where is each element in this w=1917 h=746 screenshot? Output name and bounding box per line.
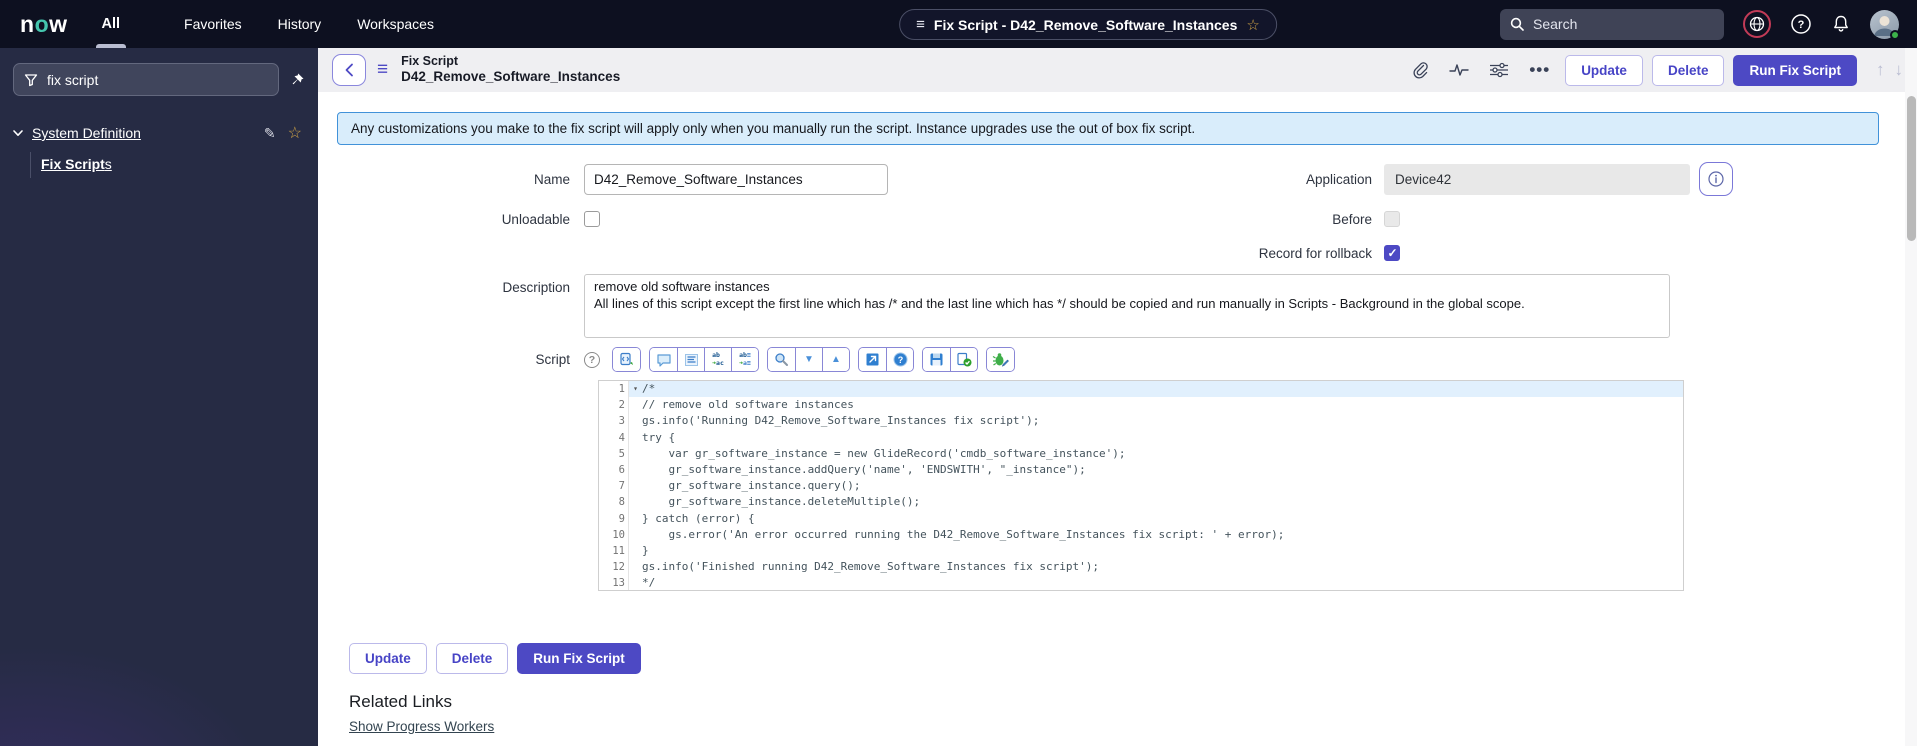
find-next-icon[interactable]: ▼: [795, 348, 822, 371]
all-menu-tab[interactable]: All: [95, 0, 126, 48]
pill-menu-icon: ≡: [916, 16, 925, 33]
back-button[interactable]: [332, 54, 366, 86]
section-label[interactable]: System Definition: [32, 125, 141, 141]
code-line: 13 */: [599, 575, 1683, 590]
rollback-label: Record for rollback: [1258, 245, 1372, 261]
record-for-rollback-checkbox[interactable]: [1384, 245, 1400, 261]
unloadable-label: Unloadable: [501, 211, 570, 227]
notifications-bell-icon[interactable]: [1831, 14, 1851, 34]
toggle-syntax-editor-icon[interactable]: [613, 348, 640, 371]
sidebar-item-fix-scripts[interactable]: Fix Scripts: [41, 156, 112, 172]
personalize-sliders-icon[interactable]: [1489, 62, 1509, 78]
toggle-comment-icon[interactable]: [650, 348, 677, 371]
name-label: Name: [533, 171, 570, 187]
record-form-header: ≡ Fix Script D42_Remove_Software_Instanc…: [318, 48, 1917, 92]
application-field: Device42: [1384, 163, 1690, 195]
favorites-tab[interactable]: Favorites: [184, 16, 242, 32]
code-line: 6 gr_software_instance.addQuery('name', …: [599, 461, 1683, 479]
chevron-down-icon[interactable]: [12, 127, 24, 139]
unloadable-checkbox[interactable]: [584, 211, 600, 227]
script-code-editor[interactable]: 1 ▾/* 2// remove old software instances 3…: [598, 380, 1684, 591]
run-fix-script-button-bottom[interactable]: Run Fix Script: [517, 643, 641, 674]
edit-application-icon[interactable]: ✎: [264, 125, 276, 142]
debug-script-icon[interactable]: [987, 348, 1014, 371]
before-checkbox: [1384, 211, 1400, 227]
code-line: 5 var gr_software_instance = new GlideRe…: [599, 445, 1683, 462]
code-line: 4 try {: [599, 429, 1683, 446]
history-tab[interactable]: History: [278, 16, 322, 32]
replace-icon[interactable]: ab ➜ac: [704, 348, 731, 371]
filter-input[interactable]: [47, 71, 268, 88]
help-icon[interactable]: ?: [1790, 13, 1812, 35]
code-line: 12 gs.info('Finished running D42_Remove_S…: [599, 559, 1683, 576]
navigator-filter[interactable]: [13, 63, 279, 96]
attachment-paperclip-icon[interactable]: [1411, 61, 1429, 79]
workspaces-tab[interactable]: Workspaces: [357, 16, 434, 32]
script-help-icon[interactable]: ?: [584, 351, 600, 368]
favorite-section-star-icon[interactable]: ☆: [288, 123, 302, 143]
code-line: 9} catch (error) {: [599, 510, 1683, 527]
find-previous-icon[interactable]: ▲: [822, 348, 849, 371]
filter-funnel-icon: [24, 73, 38, 87]
delete-button-bottom[interactable]: Delete: [435, 643, 509, 674]
application-navigator: System Definition ✎ ☆ Fix Scripts: [0, 48, 318, 746]
scrollbar-track[interactable]: [1905, 48, 1917, 746]
context-record-pill[interactable]: ≡ Fix Script - D42_Remove_Software_Insta…: [899, 9, 1277, 40]
show-progress-workers-link[interactable]: Show Progress Workers: [349, 719, 494, 734]
open-in-new-window-icon[interactable]: [859, 348, 886, 371]
code-line: 7 gr_software_instance.query();: [599, 478, 1683, 495]
run-fix-script-button[interactable]: Run Fix Script: [1733, 54, 1857, 86]
activity-stream-icon[interactable]: [1449, 62, 1470, 78]
description-field[interactable]: remove old software instances All lines …: [584, 274, 1670, 338]
code-line: 11}: [599, 542, 1683, 560]
related-links-title: Related Links: [349, 692, 453, 711]
description-label: Description: [502, 280, 570, 295]
info-banner: Any customizations you make to the fix s…: [337, 112, 1879, 145]
pill-label: Fix Script - D42_Remove_Software_Instanc…: [933, 16, 1238, 33]
record-name-label: D42_Remove_Software_Instances: [401, 69, 621, 85]
search-input[interactable]: [1533, 16, 1693, 32]
svg-text:?: ?: [897, 355, 903, 365]
presence-status-dot: [1890, 29, 1900, 40]
more-options-icon[interactable]: •••: [1529, 60, 1550, 80]
code-line: 1 ▾/*: [599, 381, 1683, 398]
top-navigation-bar: now All Favorites History Workspaces ≡ F…: [0, 0, 1917, 48]
servicenow-logo[interactable]: now: [20, 11, 68, 38]
search-icon: [1510, 17, 1524, 31]
syntax-check-icon[interactable]: [950, 348, 977, 371]
previous-record-icon[interactable]: ↑: [1876, 60, 1885, 80]
delete-button[interactable]: Delete: [1651, 54, 1725, 86]
application-info-button[interactable]: [1699, 162, 1733, 196]
sidebar-section-system-definition[interactable]: System Definition ✎ ☆: [0, 120, 318, 146]
instance-globe-icon[interactable]: [1743, 10, 1771, 38]
favorite-star-icon[interactable]: ☆: [1246, 16, 1259, 34]
code-line: 8 gr_software_instance.deleteMultiple();: [599, 494, 1683, 511]
save-script-icon[interactable]: [923, 348, 950, 371]
before-label: Before: [1332, 211, 1372, 227]
code-line: 2// remove old software instances: [599, 397, 1683, 414]
replace-all-icon[interactable]: ab≡ ➜a≡: [731, 348, 758, 371]
user-avatar[interactable]: [1870, 9, 1900, 40]
scrollbar-thumb[interactable]: [1906, 96, 1916, 241]
next-record-icon[interactable]: ↓: [1895, 60, 1904, 80]
record-type-label: Fix Script: [401, 53, 459, 68]
name-field[interactable]: [584, 163, 888, 195]
format-code-icon[interactable]: [677, 348, 704, 371]
update-button[interactable]: Update: [1565, 54, 1643, 86]
editor-help-icon[interactable]: ?: [886, 348, 913, 371]
fold-marker-icon[interactable]: ▾: [629, 381, 642, 398]
update-button-bottom[interactable]: Update: [349, 643, 427, 674]
search-code-icon[interactable]: [768, 348, 795, 371]
code-line: 10 gs.error('An error occurred running t…: [599, 526, 1683, 543]
application-label: Application: [1305, 171, 1372, 187]
svg-text:?: ?: [1798, 19, 1805, 31]
script-label: Script: [535, 352, 570, 367]
global-search[interactable]: [1500, 8, 1724, 40]
code-line: 3 gs.info('Running D42_Remove_Software_In…: [599, 413, 1683, 430]
pin-sidebar-icon[interactable]: [289, 72, 305, 88]
